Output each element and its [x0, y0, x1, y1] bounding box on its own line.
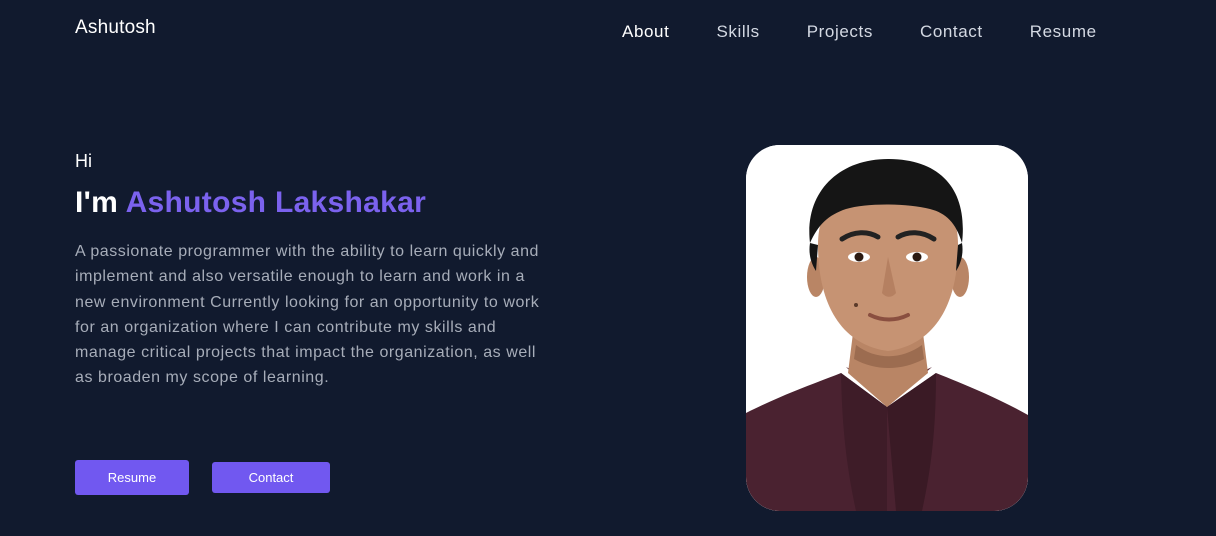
profile-portrait-image	[746, 145, 1028, 511]
bio-line: manage critical projects that impact the…	[75, 344, 536, 362]
page: Ashutosh About Skills Projects Contact R…	[0, 0, 1216, 536]
nav-projects[interactable]: Projects	[807, 22, 873, 42]
main-nav: About Skills Projects Contact Resume	[622, 22, 1097, 42]
hero-bio: A passionate programmer with the ability…	[75, 239, 595, 391]
nav-about[interactable]: About	[622, 22, 669, 42]
hero-greeting: Hi	[75, 151, 92, 171]
contact-button[interactable]: Contact	[212, 462, 330, 493]
nav-resume[interactable]: Resume	[1030, 22, 1097, 42]
resume-button[interactable]: Resume	[75, 460, 189, 495]
bio-line: as broaden my scope of learning.	[75, 369, 330, 387]
nav-skills[interactable]: Skills	[716, 22, 759, 42]
profile-photo	[746, 145, 1028, 511]
bio-line: A passionate programmer with the ability…	[75, 243, 539, 260]
hero-headline: I'm Ashutosh Lakshakar	[75, 186, 426, 220]
headline-prefix: I'm	[75, 186, 126, 219]
nav-contact[interactable]: Contact	[920, 22, 983, 42]
headline-name: Ashutosh Lakshakar	[125, 186, 427, 219]
bio-line: implement and also versatile enough to l…	[75, 268, 525, 286]
bio-line: for an organization where I can contribu…	[75, 318, 497, 336]
bio-line: new environment Currently looking for an…	[75, 293, 540, 311]
brand-logo[interactable]: Ashutosh	[75, 17, 156, 39]
